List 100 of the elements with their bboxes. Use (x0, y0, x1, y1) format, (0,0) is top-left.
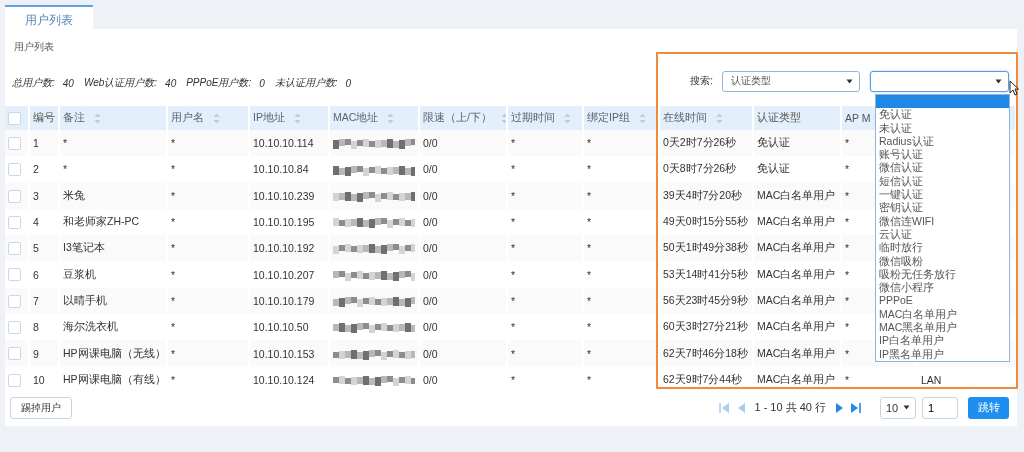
sort-icon[interactable] (638, 112, 646, 124)
table-cell: * (511, 373, 516, 386)
stat-label: PPPoE用户数: (186, 76, 252, 90)
dropdown-option[interactable]: MAC白名单用户 (876, 307, 1009, 322)
table-cell: 以晴手机 (63, 293, 107, 306)
checkbox[interactable] (8, 373, 21, 387)
table-cell: * (511, 268, 516, 281)
table-cell: * (845, 163, 850, 176)
page-size-select[interactable]: 10 (880, 396, 916, 419)
table-cell: * (845, 373, 850, 386)
table-cell: MAC白名单用户 (757, 293, 836, 306)
sort-icon[interactable] (94, 112, 101, 124)
dropdown-option[interactable]: 免认证 (876, 108, 1009, 122)
table-cell: 10.10.10.239 (253, 189, 315, 202)
checkbox[interactable] (8, 268, 21, 282)
dropdown-option[interactable]: 微信吸粉 (876, 254, 1009, 268)
table-cell: 6 (33, 268, 39, 281)
table-cell: * (63, 137, 68, 150)
table-cell: * (845, 347, 850, 360)
table-cell: 0/0 (423, 268, 438, 281)
table-cell: 10.10.10.114 (253, 137, 314, 150)
sort-icon[interactable] (213, 112, 220, 124)
table-cell: 62天9时7分44秒 (663, 372, 743, 385)
dropdown-option[interactable]: MAC黑名单用户 (876, 321, 1009, 335)
table-cell: * (171, 189, 176, 202)
table-cell: * (171, 163, 176, 176)
checkbox[interactable] (8, 163, 21, 177)
table-cell: * (845, 242, 850, 255)
table-cell: * (63, 163, 68, 176)
table-cell: * (171, 294, 176, 307)
table-cell: MAC白名单用户 (757, 241, 836, 254)
dropdown-option[interactable]: 云认证 (876, 227, 1009, 242)
dropdown-option[interactable]: 临时放行 (876, 241, 1009, 255)
dropdown-option[interactable]: 微信连WIFI (876, 214, 1009, 228)
table-cell: 0/0 (423, 216, 438, 229)
sort-icon[interactable] (500, 112, 506, 124)
table-cell: * (845, 268, 850, 281)
sort-icon[interactable] (716, 112, 723, 124)
dropdown-option[interactable]: 吸粉无任务放行 (876, 267, 1009, 282)
dropdown-option[interactable]: 微信小程序 (876, 281, 1009, 295)
checkbox[interactable] (8, 294, 21, 308)
table-cell: * (845, 137, 850, 150)
sort-icon[interactable] (564, 112, 571, 124)
dropdown-option[interactable]: 微信认证 (876, 161, 1009, 175)
dropdown-option[interactable]: 密钥认证 (876, 201, 1009, 215)
table-cell: 9 (33, 347, 39, 360)
checkbox[interactable] (8, 215, 21, 229)
table-cell: 60天3时27分21秒 (663, 320, 748, 333)
page-input[interactable]: 1 (922, 396, 958, 419)
table-cell: 10.10.10.124 (253, 373, 315, 386)
next-page-icon[interactable] (834, 401, 845, 414)
table-cell: 0/0 (423, 373, 438, 386)
type-select[interactable]: 认证类型 (722, 70, 860, 92)
table-cell: HP网课电脑（无线） (63, 346, 166, 359)
table-cell: 10 (33, 373, 45, 386)
table-cell: * (171, 321, 176, 334)
dropdown-option[interactable]: 短信认证 (876, 174, 1009, 189)
sort-icon[interactable] (387, 112, 395, 124)
dropdown-option[interactable]: IP黑名单用户 (876, 347, 1009, 361)
table-cell: 5 (33, 242, 39, 255)
table-cell: * (845, 216, 850, 229)
stat-value: 40 (165, 77, 177, 89)
table-cell: * (171, 216, 176, 229)
table-cell: * (587, 216, 592, 229)
table-cell: * (587, 294, 592, 307)
table-cell: 50天1时49分38秒 (663, 241, 748, 254)
dropdown-option[interactable]: IP白名单用户 (876, 334, 1009, 348)
dropdown-option[interactable] (876, 95, 1009, 109)
checkbox[interactable] (8, 137, 21, 150)
checkbox[interactable] (8, 111, 21, 125)
sort-icon[interactable] (293, 112, 301, 124)
table-cell: * (511, 216, 516, 229)
checkbox[interactable] (8, 347, 21, 361)
table-cell: LAN (921, 373, 942, 386)
table-cell: * (587, 268, 592, 281)
table-cell: 10.10.10.50 (253, 321, 309, 334)
table-cell: 米兔 (63, 188, 85, 201)
page-range: 1 - 10 共 40 行 (754, 400, 826, 416)
dropdown-option[interactable]: PPPoE (876, 294, 1009, 308)
dropdown-option[interactable]: 账号认证 (876, 148, 1009, 162)
kick-button[interactable]: 踢掉用户 (10, 396, 72, 419)
dropdown-option[interactable]: 未认证 (876, 121, 1009, 135)
dropdown-option[interactable]: 一键认证 (876, 188, 1009, 202)
value-select[interactable] (870, 70, 1009, 92)
table-cell: * (171, 347, 176, 360)
table-cell: * (511, 189, 516, 202)
checkbox[interactable] (8, 189, 21, 203)
last-page-icon[interactable] (850, 401, 861, 414)
table-cell: * (511, 137, 516, 150)
table-cell: 10.10.10.195 (253, 216, 315, 229)
table-cell: MAC白名单用户 (757, 188, 836, 201)
checkbox[interactable] (8, 242, 21, 256)
checkbox[interactable] (8, 321, 21, 335)
table-cell: 10.10.10.207 (253, 268, 315, 281)
table-cell: 0/0 (423, 189, 438, 202)
table-cell: 4 (33, 216, 39, 229)
table-cell: 8 (33, 321, 39, 334)
table-cell: 10.10.10.153 (253, 347, 315, 360)
table-cell: * (511, 294, 516, 307)
dropdown-option[interactable]: Radius认证 (876, 134, 1009, 149)
